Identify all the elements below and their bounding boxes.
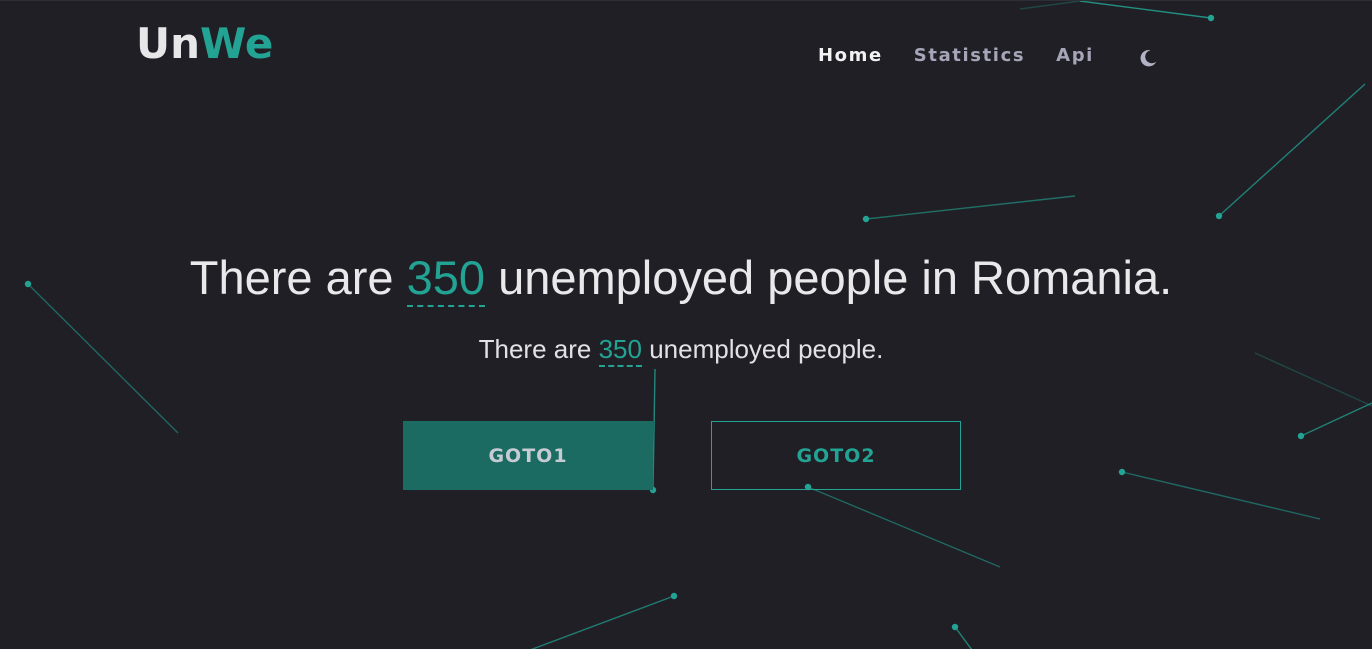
particle-dot <box>951 623 959 631</box>
particle-link <box>530 595 675 649</box>
headline-suffix: unemployed people in Romania. <box>485 251 1173 304</box>
particle-link <box>1121 471 1321 520</box>
brand-logo-part1: Un <box>136 19 201 68</box>
particle-link <box>807 486 1001 568</box>
unemployed-count-highlight: 350 <box>406 251 486 307</box>
particle-dot <box>1118 468 1126 476</box>
particle-link <box>1218 83 1366 217</box>
particle-dot <box>1207 14 1215 22</box>
particle-link <box>652 368 656 491</box>
goto2-button[interactable]: GOTO2 <box>711 421 961 490</box>
particle-link <box>1300 402 1372 437</box>
page: UnWe Home Statistics Api There are 350 u… <box>0 0 1372 649</box>
brand-logo-part2: We <box>200 19 274 68</box>
goto1-button[interactable]: GOTO1 <box>403 421 653 490</box>
nav-item-statistics[interactable]: Statistics <box>914 43 1025 69</box>
brand-logo[interactable]: UnWe <box>136 19 273 69</box>
hero-subline: There are 350 unemployed people. <box>0 331 1362 367</box>
hero-headline: There are 350 unemployed people in Roman… <box>0 247 1362 309</box>
particle-link <box>954 626 973 649</box>
particle-link <box>1019 1 1081 10</box>
particle-dot <box>670 592 678 600</box>
top-nav: Home Statistics Api <box>818 43 1159 69</box>
particle-link <box>865 195 1076 220</box>
subline-suffix: unemployed people. <box>641 334 884 364</box>
particle-link <box>1079 1 1212 19</box>
particle-dot <box>862 215 870 223</box>
nav-item-api[interactable]: Api <box>1056 43 1094 69</box>
headline-prefix: There are <box>189 251 407 304</box>
particle-dot <box>1215 212 1223 220</box>
nav-item-home[interactable]: Home <box>818 43 883 69</box>
hero: There are 350 unemployed people in Roman… <box>0 247 1362 367</box>
subline-count-highlight: 350 <box>598 334 642 367</box>
particle-dot <box>1297 432 1305 440</box>
subline-prefix: There are <box>478 334 599 364</box>
moon-icon[interactable] <box>1137 47 1159 69</box>
